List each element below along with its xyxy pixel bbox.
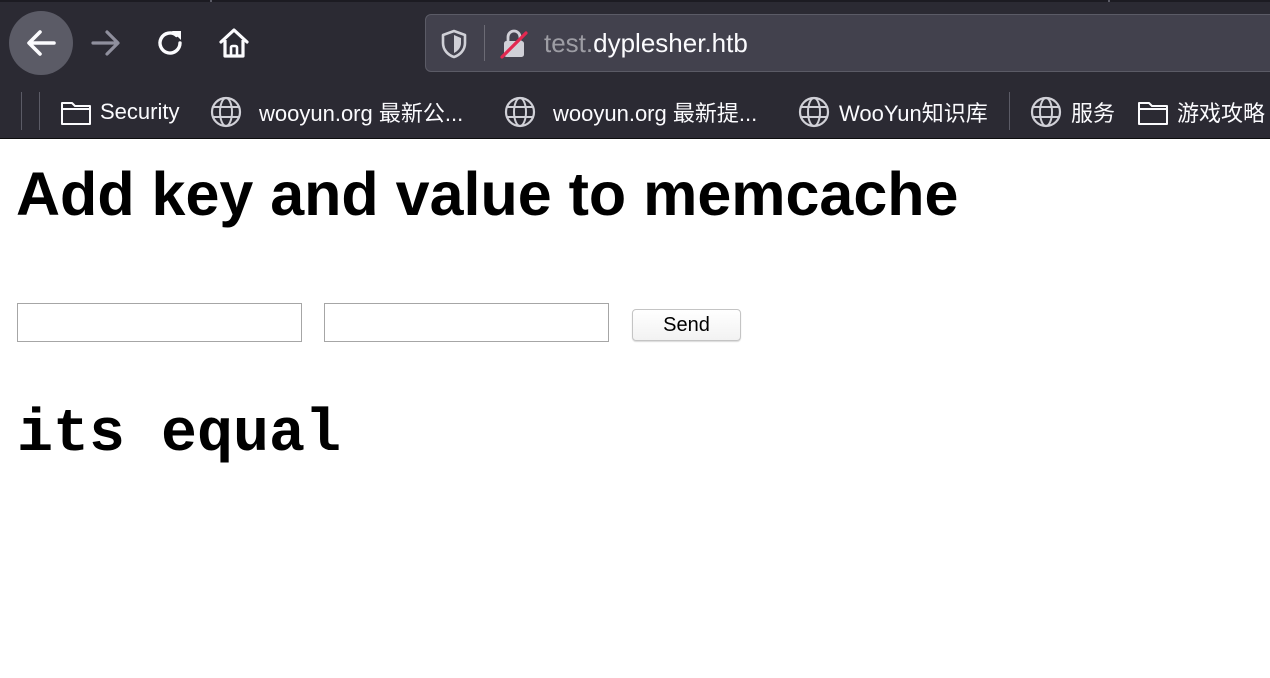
bookmark-wooyun-public[interactable]: wooyun.org 最新公...	[209, 92, 463, 132]
bookmark-separator	[1009, 92, 1010, 130]
result-message: its equal	[17, 401, 342, 469]
forward-button[interactable]	[74, 11, 138, 75]
browser-chrome: test.dyplesher.htb Security wooyun.org 最…	[0, 0, 1270, 139]
bookmark-folder-game-guides[interactable]: 游戏攻略	[1137, 92, 1265, 132]
url-text[interactable]: test.dyplesher.htb	[544, 28, 748, 59]
url-domain: dyplesher.htb	[593, 28, 748, 58]
url-subdomain: test.	[544, 28, 594, 58]
folder-icon	[60, 98, 92, 126]
globe-icon	[797, 95, 831, 129]
globe-icon	[1029, 95, 1063, 129]
bookmark-label: 游戏攻略	[1177, 101, 1266, 126]
shield-icon[interactable]	[440, 29, 468, 59]
key-input[interactable]	[17, 303, 302, 342]
bookmark-folder-security[interactable]: Security	[60, 92, 179, 132]
bookmark-label: wooyun.org 最新公...	[259, 101, 464, 126]
globe-icon	[503, 95, 537, 129]
bookmark-separator	[39, 92, 40, 130]
bookmark-separator	[21, 92, 22, 130]
forward-arrow-icon	[91, 30, 120, 56]
reload-icon	[158, 31, 182, 55]
bookmarks-toolbar: Security wooyun.org 最新公... wooyun.org 最新…	[0, 86, 1270, 138]
bookmark-wooyun-submit[interactable]: wooyun.org 最新提...	[503, 92, 757, 132]
home-button[interactable]	[202, 11, 266, 75]
back-button[interactable]	[9, 11, 73, 75]
reload-button[interactable]	[138, 11, 202, 75]
navigation-toolbar: test.dyplesher.htb	[0, 0, 1270, 86]
back-arrow-icon	[27, 30, 56, 56]
bookmark-wooyun-knowledge[interactable]: WooYun知识库	[797, 92, 988, 132]
insecure-lock-icon[interactable]	[498, 27, 530, 59]
page-title: Add key and value to memcache	[16, 160, 959, 228]
bookmark-label: 服务	[1071, 101, 1116, 126]
home-icon	[219, 28, 249, 58]
page-content: Add key and value to memcache Send its e…	[0, 139, 1270, 678]
folder-icon	[1137, 98, 1169, 126]
bookmark-label: Security	[100, 99, 180, 124]
address-bar[interactable]: test.dyplesher.htb	[425, 14, 1270, 72]
bookmark-label: WooYun知识库	[839, 101, 988, 126]
value-input[interactable]	[324, 303, 609, 342]
send-button[interactable]: Send	[632, 309, 741, 341]
bookmark-label: wooyun.org 最新提...	[553, 101, 758, 126]
address-bar-separator	[484, 25, 485, 61]
bookmark-services[interactable]: 服务	[1029, 92, 1115, 132]
globe-icon	[209, 95, 243, 129]
